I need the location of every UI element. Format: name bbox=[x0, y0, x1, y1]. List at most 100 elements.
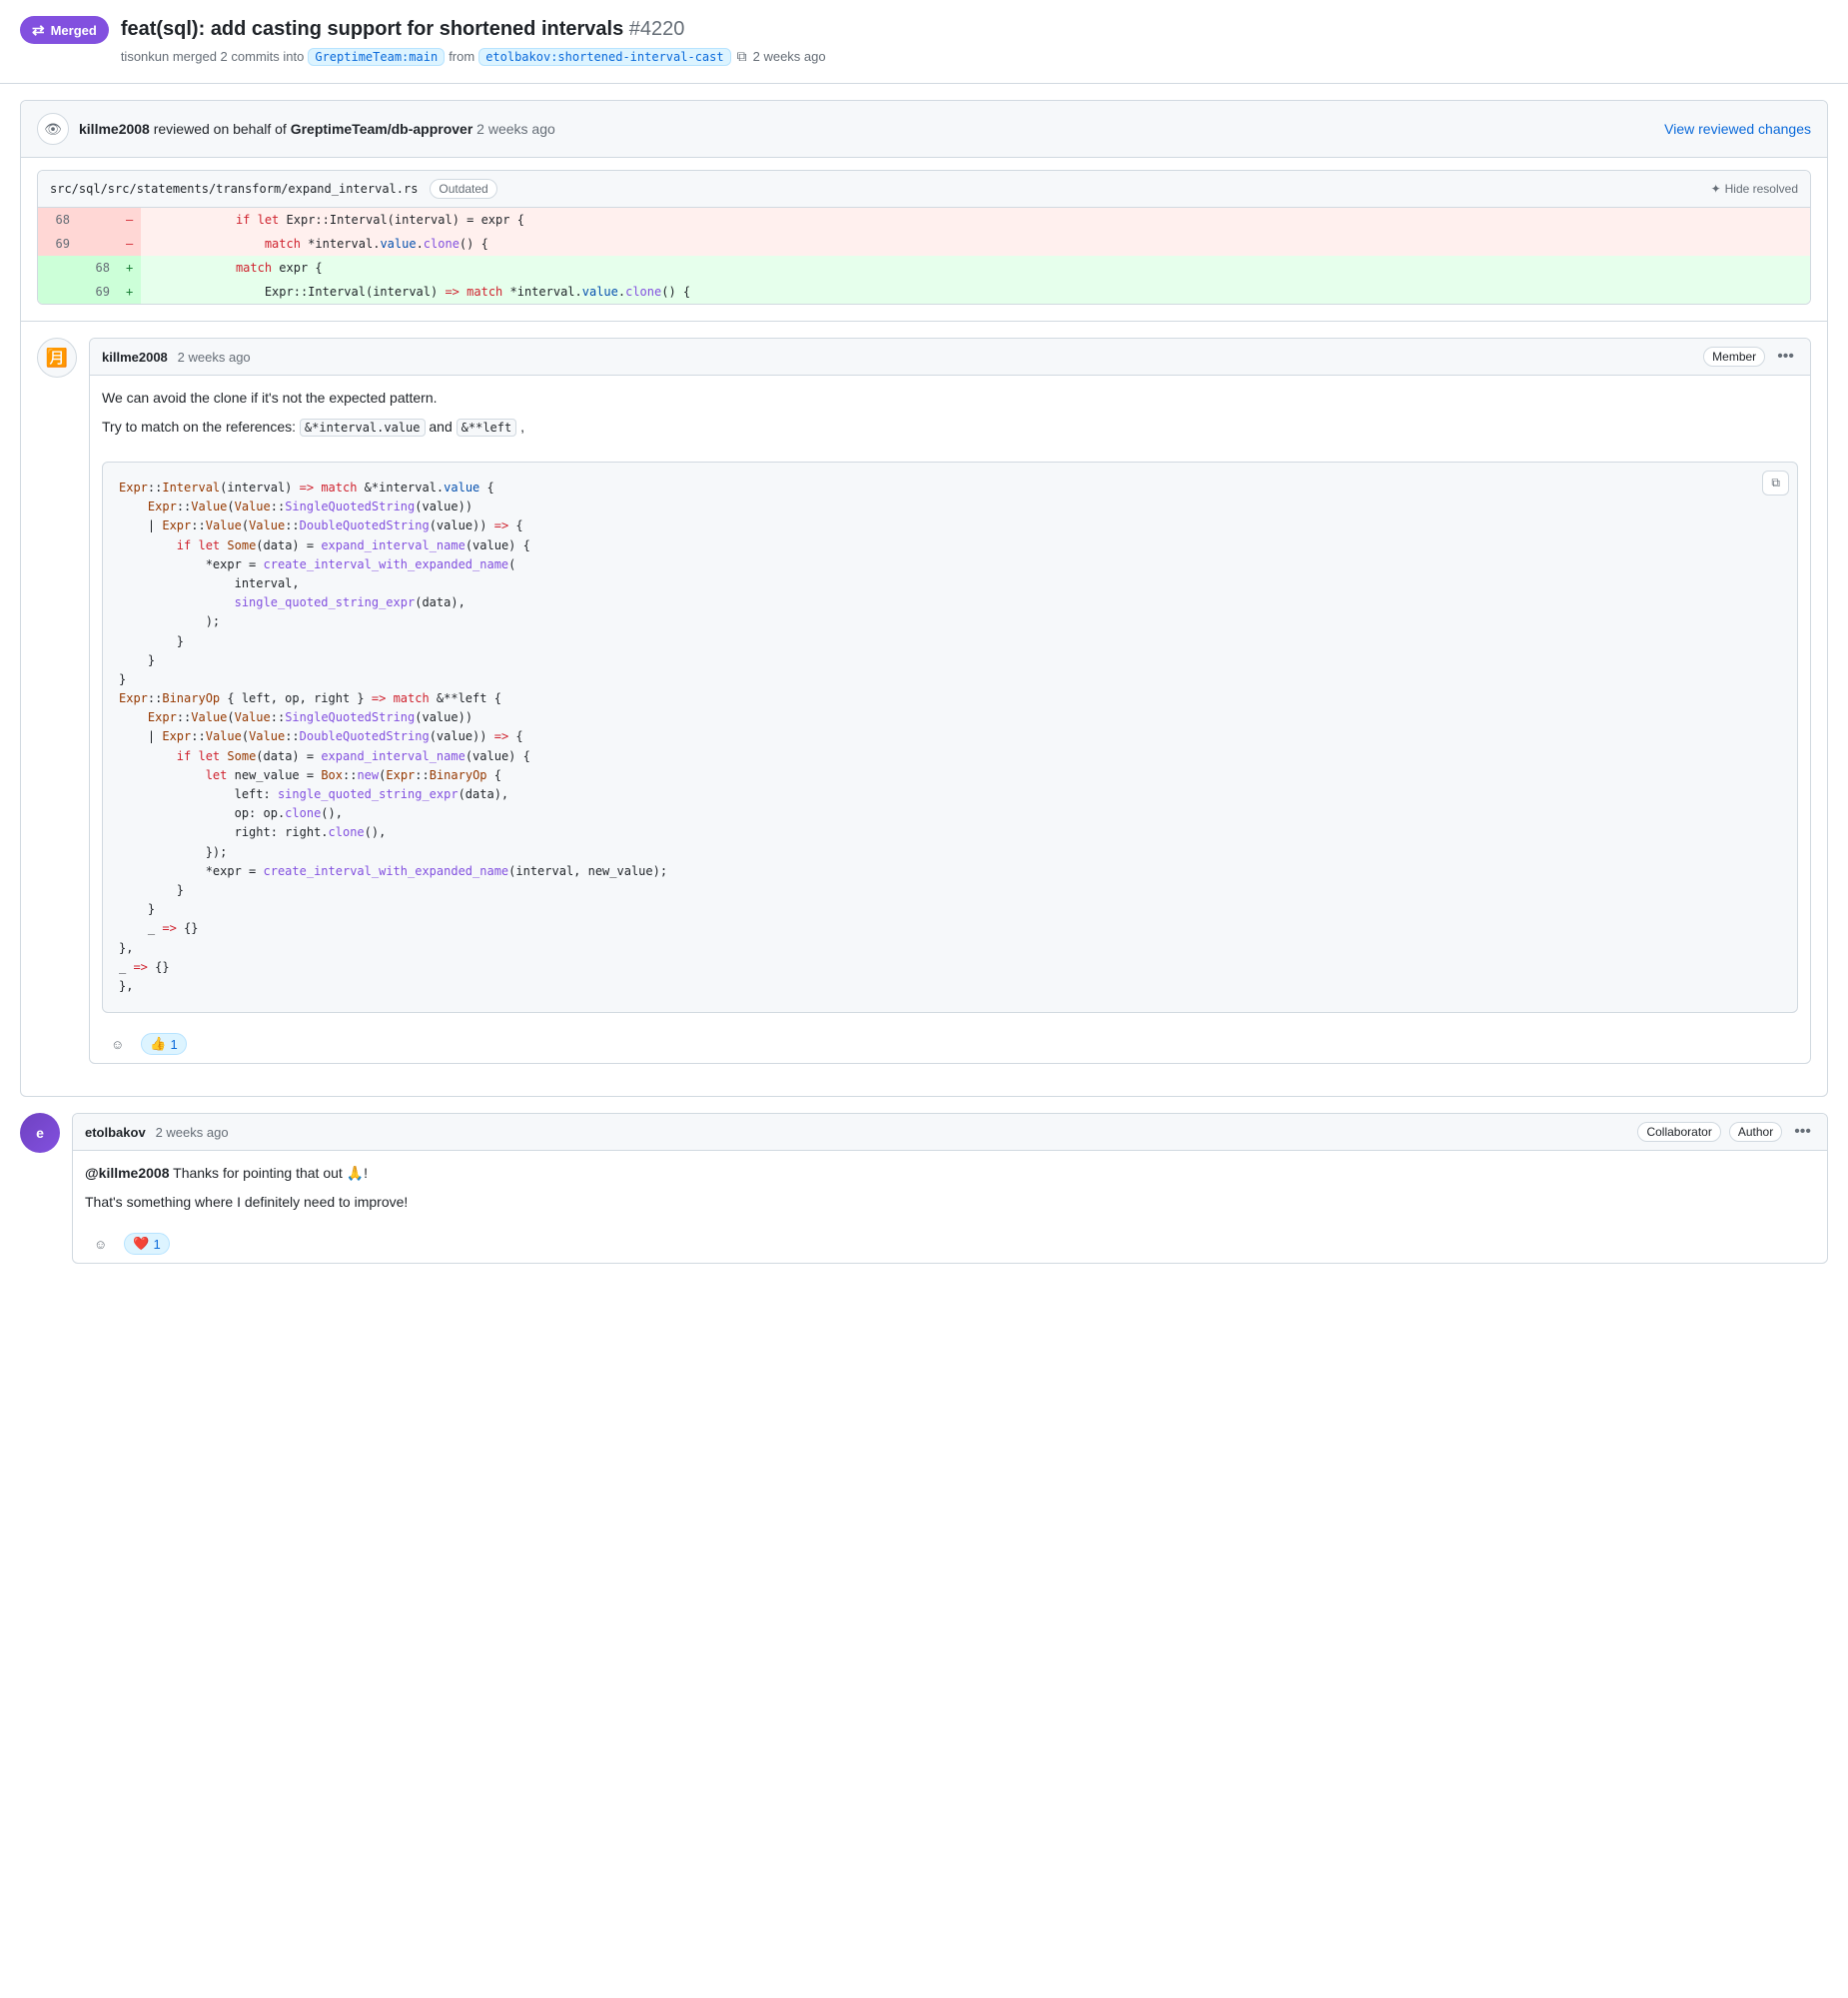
code-block-wrapper: ⧉ Expr::Interval(interval) => match &*in… bbox=[102, 462, 1798, 1013]
diff-row-added-68: 68 + match expr { bbox=[38, 256, 1810, 280]
second-comment-section: e etolbakov 2 weeks ago Collaborator Aut… bbox=[20, 1113, 1828, 1264]
diff-code-69-added: Expr::Interval(interval) => match *inter… bbox=[141, 280, 1810, 304]
comment-header-killme: killme2008 2 weeks ago Member ••• bbox=[90, 339, 1810, 376]
comment-header-etolbakov: etolbakov 2 weeks ago Collaborator Autho… bbox=[73, 1114, 1827, 1151]
mention-killme2008: @killme2008 bbox=[85, 1165, 170, 1181]
diff-row-added-69: 69 + Expr::Interval(interval) => match *… bbox=[38, 280, 1810, 304]
code-block: Expr::Interval(interval) => match &*inte… bbox=[103, 463, 1797, 1012]
avatar-killme: 🈷️ bbox=[37, 338, 77, 378]
comment-etolbakov-text-1: @killme2008 Thanks for pointing that out… bbox=[85, 1163, 1815, 1184]
comment-text-2-prefix: Try to match on the references: bbox=[102, 419, 300, 435]
sparkle-icon: ✦ bbox=[1711, 182, 1721, 196]
file-path-area: src/sql/src/statements/transform/expand_… bbox=[50, 179, 497, 199]
pr-title-area: feat(sql): add casting support for short… bbox=[121, 16, 826, 67]
comment-text-1: We can avoid the clone if it's not the e… bbox=[102, 388, 1798, 409]
review-timestamp: 2 weeks ago bbox=[476, 121, 555, 137]
heart-reaction[interactable]: ❤️ 1 bbox=[124, 1233, 169, 1255]
avatar-letter-etolbakov: e bbox=[36, 1125, 44, 1141]
member-badge: Member bbox=[1703, 347, 1765, 367]
diff-line-new-empty bbox=[78, 208, 118, 232]
pr-meta: tisonkun merged 2 commits into GreptimeT… bbox=[121, 46, 826, 67]
comment-body-killme: killme2008 2 weeks ago Member ••• We can… bbox=[89, 338, 1811, 1064]
comment-author-etolbakov: etolbakov bbox=[85, 1125, 146, 1140]
review-header: 👁 killme2008 reviewed on behalf of Grept… bbox=[21, 101, 1827, 158]
heart-count: 1 bbox=[153, 1237, 160, 1252]
comment-content-killme: We can avoid the clone if it's not the e… bbox=[90, 376, 1810, 450]
view-reviewed-changes-link[interactable]: View reviewed changes bbox=[1664, 121, 1811, 137]
heart-emoji: ❤️ bbox=[133, 1236, 149, 1252]
reviewed-on-behalf-text: reviewed on behalf of bbox=[154, 121, 287, 137]
avatar-etolbakov: e bbox=[20, 1113, 60, 1153]
thumbsup-emoji: 👍 bbox=[150, 1036, 166, 1052]
add-reaction-button-etolbakov[interactable]: ☺ bbox=[85, 1234, 116, 1255]
merged-label: Merged bbox=[51, 23, 97, 38]
add-reaction-button[interactable]: ☺ bbox=[102, 1034, 133, 1055]
comment-content-etolbakov: @killme2008 Thanks for pointing that out… bbox=[73, 1151, 1827, 1225]
comment-header-right-etolbakov: Collaborator Author ••• bbox=[1637, 1122, 1815, 1142]
comment-time-killme: 2 weeks ago bbox=[178, 350, 251, 365]
comment-body-etolbakov: etolbakov 2 weeks ago Collaborator Autho… bbox=[72, 1113, 1828, 1264]
pr-number: #4220 bbox=[629, 18, 685, 40]
comment-header-left: killme2008 2 weeks ago bbox=[102, 349, 251, 365]
diff-sign-plus: + bbox=[118, 256, 141, 280]
head-branch-tag[interactable]: etolbakov:shortened-interval-cast bbox=[478, 48, 730, 66]
smiley-icon: ☺ bbox=[111, 1037, 124, 1052]
diff-line-new-empty-2 bbox=[78, 232, 118, 256]
eye-icon: 👁 bbox=[44, 121, 62, 138]
smiley-icon-etolbakov: ☺ bbox=[94, 1237, 107, 1252]
reviewer-info: killme2008 reviewed on behalf of Greptim… bbox=[79, 121, 555, 137]
review-team: GreptimeTeam/db-approver bbox=[291, 121, 473, 137]
diff-row-removed-68: 68 – if let Expr::Interval(interval) = e… bbox=[38, 208, 1810, 232]
pr-title: feat(sql): add casting support for short… bbox=[121, 16, 826, 42]
pr-header: ⇄ Merged feat(sql): add casting support … bbox=[0, 0, 1848, 84]
diff-line-old-68: 68 bbox=[38, 208, 78, 232]
thumbsup-count: 1 bbox=[170, 1037, 177, 1052]
more-options-button-etolbakov[interactable]: ••• bbox=[1790, 1123, 1815, 1141]
comment-author-killme: killme2008 bbox=[102, 350, 168, 365]
diff-line-old-69: 69 bbox=[38, 232, 78, 256]
file-diff: src/sql/src/statements/transform/expand_… bbox=[37, 170, 1811, 305]
outdated-badge: Outdated bbox=[430, 179, 496, 199]
pr-time-ago: 2 weeks ago bbox=[753, 49, 826, 64]
comment-text-2-suffix: , bbox=[520, 419, 524, 435]
diff-table: 68 – if let Expr::Interval(interval) = e… bbox=[38, 208, 1810, 304]
review-section: 👁 killme2008 reviewed on behalf of Grept… bbox=[20, 100, 1828, 1097]
comment-text-2: Try to match on the references: &*interv… bbox=[102, 417, 1798, 438]
avatar-emoji-killme: 🈷️ bbox=[46, 348, 68, 369]
base-branch-tag[interactable]: GreptimeTeam:main bbox=[308, 48, 445, 66]
inline-code-2: &**left bbox=[457, 419, 517, 437]
merge-icon: ⇄ bbox=[32, 21, 45, 39]
file-path: src/sql/src/statements/transform/expand_… bbox=[50, 182, 418, 196]
reactions-etolbakov: ☺ ❤️ 1 bbox=[73, 1225, 1827, 1263]
merged-badge-wrapper: ⇄ Merged bbox=[20, 16, 109, 44]
inline-code-1: &*interval.value bbox=[300, 419, 426, 437]
comment-header-right-killme: Member ••• bbox=[1703, 347, 1798, 367]
copy-branch-button[interactable]: ⧉ bbox=[735, 46, 749, 67]
copy-code-button[interactable]: ⧉ bbox=[1762, 471, 1789, 496]
merged-by-text: tisonkun merged 2 commits into bbox=[121, 49, 305, 64]
diff-code-69-removed: match *interval.value.clone() { bbox=[141, 232, 1810, 256]
diff-row-removed-69: 69 – match *interval.value.clone() { bbox=[38, 232, 1810, 256]
diff-code-68-added: match expr { bbox=[141, 256, 1810, 280]
diff-line-old-empty-2 bbox=[38, 280, 78, 304]
reactions-killme: ☺ 👍 1 bbox=[90, 1025, 1810, 1063]
diff-line-new-68: 68 bbox=[78, 256, 118, 280]
hide-resolved-button[interactable]: ✦ Hide resolved bbox=[1711, 182, 1798, 196]
file-diff-header: src/sql/src/statements/transform/expand_… bbox=[38, 171, 1810, 208]
review-header-left: 👁 killme2008 reviewed on behalf of Grept… bbox=[37, 113, 555, 145]
comment-etolbakov-text-2: That's something where I definitely need… bbox=[85, 1192, 1815, 1213]
collaborator-badge: Collaborator bbox=[1637, 1122, 1720, 1142]
more-options-button-killme[interactable]: ••• bbox=[1773, 348, 1798, 366]
comment-time-etolbakov: 2 weeks ago bbox=[156, 1125, 229, 1140]
diff-sign-minus: – bbox=[118, 208, 141, 232]
reviewer-name: killme2008 bbox=[79, 121, 150, 137]
thumbsup-reaction[interactable]: 👍 1 bbox=[141, 1033, 186, 1055]
diff-sign-minus-2: – bbox=[118, 232, 141, 256]
author-badge: Author bbox=[1729, 1122, 1782, 1142]
merged-badge: ⇄ Merged bbox=[20, 16, 109, 44]
comment-item-killme: 🈷️ killme2008 2 weeks ago Member ••• We … bbox=[37, 338, 1811, 1064]
hide-resolved-label: Hide resolved bbox=[1725, 182, 1798, 196]
diff-line-new-69: 69 bbox=[78, 280, 118, 304]
comment-header-left-etolbakov: etolbakov 2 weeks ago bbox=[85, 1124, 229, 1140]
diff-sign-plus-2: + bbox=[118, 280, 141, 304]
